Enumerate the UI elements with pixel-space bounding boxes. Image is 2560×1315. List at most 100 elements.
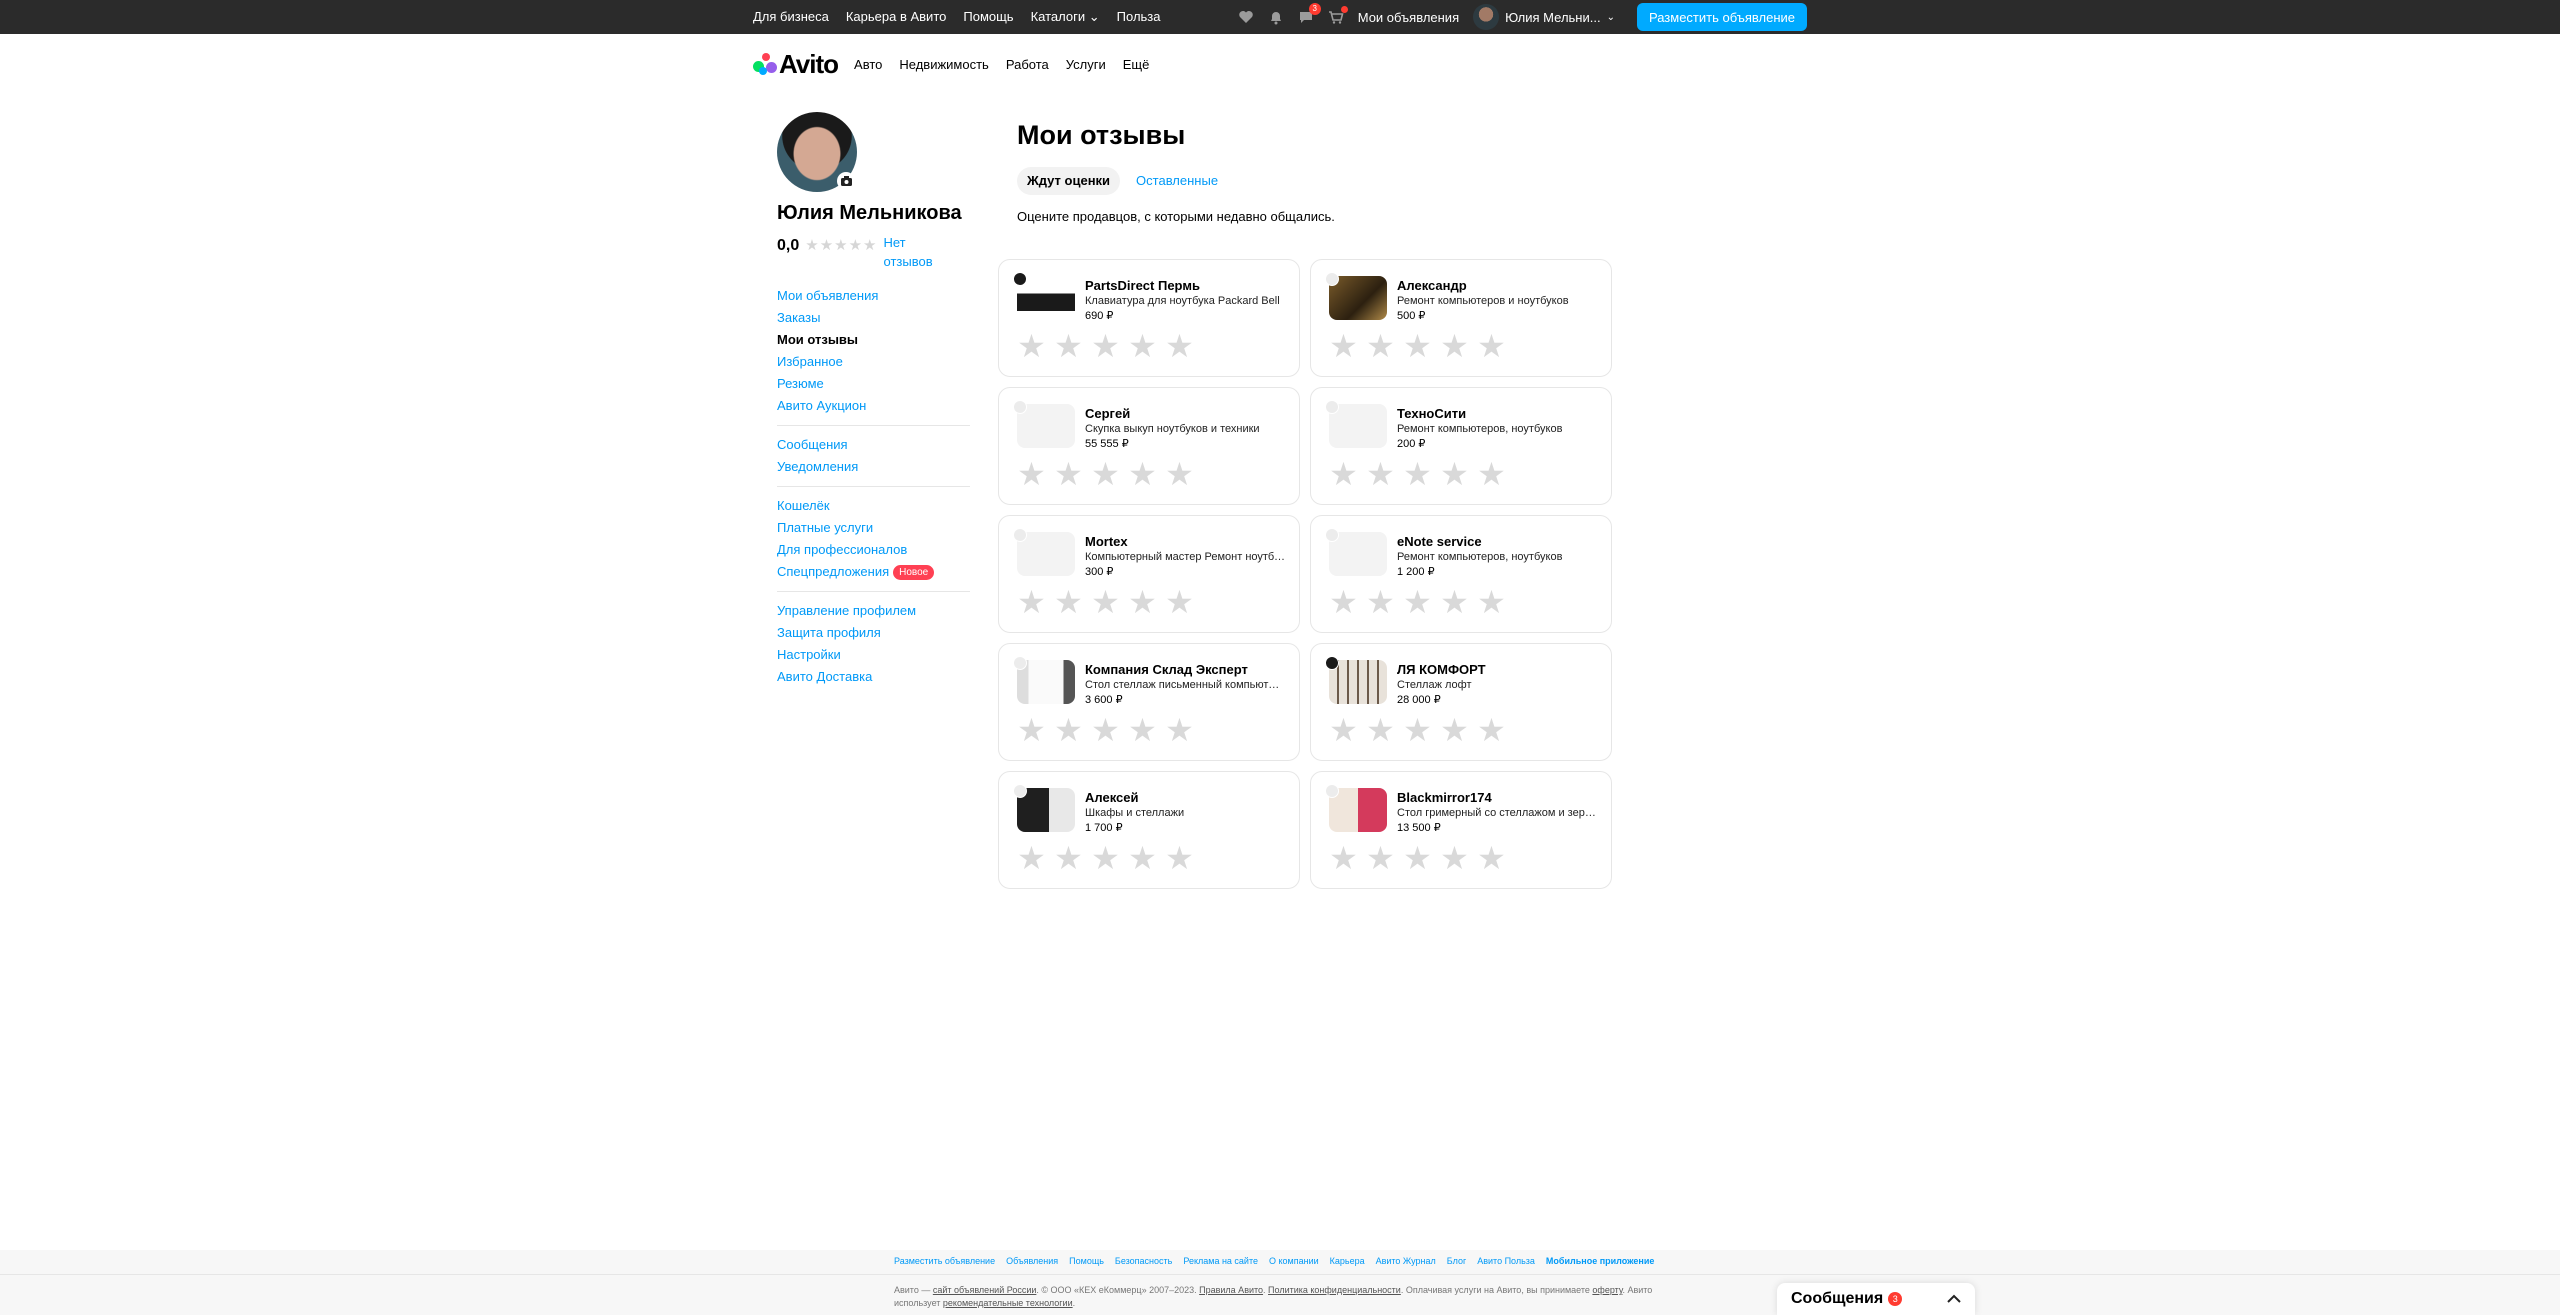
footer-link[interactable]: Помощь	[1069, 1256, 1104, 1266]
seller-name[interactable]: PartsDirect Пермь	[1085, 278, 1285, 293]
star-icon[interactable]: ★	[1015, 330, 1048, 362]
star-icon[interactable]: ★	[1052, 458, 1085, 490]
star-icon[interactable]: ★	[1089, 714, 1122, 746]
footer-link[interactable]: Авито Журнал	[1376, 1256, 1436, 1266]
review-card[interactable]: Сергей Скупка выкуп ноутбуков и техники 55…	[998, 387, 1300, 505]
star-icon[interactable]: ★	[1163, 330, 1196, 362]
footer-rules-link[interactable]: Правила Авито	[1199, 1285, 1263, 1295]
review-card[interactable]: ТехноСити Ремонт компьютеров, ноутбуков 20…	[1310, 387, 1612, 505]
review-card[interactable]: PartsDirect Пермь Клавиатура для ноутбука…	[998, 259, 1300, 377]
footer-link[interactable]: О компании	[1269, 1256, 1319, 1266]
star-icon[interactable]: ★	[1364, 458, 1397, 490]
menu-profile-protection[interactable]: Защита профиля	[777, 622, 970, 644]
heart-icon[interactable]	[1238, 9, 1254, 25]
menu-orders[interactable]: Заказы	[777, 307, 970, 329]
review-card[interactable]: eNote service Ремонт компьютеров, ноутбук…	[1310, 515, 1612, 633]
footer-offer-link[interactable]: оферту	[1592, 1285, 1622, 1295]
category-realty[interactable]: Недвижимость	[899, 57, 988, 72]
star-icon[interactable]: ★	[1015, 458, 1048, 490]
star-icon[interactable]: ★	[1015, 842, 1048, 874]
menu-notifications[interactable]: Уведомления	[777, 456, 970, 478]
star-icon[interactable]: ★	[1327, 714, 1360, 746]
star-icon[interactable]: ★	[1163, 714, 1196, 746]
footer-site-link[interactable]: сайт объявлений России	[933, 1285, 1037, 1295]
top-nav-catalogs[interactable]: Каталоги ⌄	[1031, 9, 1100, 25]
seller-name[interactable]: Компания Склад Эксперт	[1085, 662, 1285, 677]
star-icon[interactable]: ★	[1126, 714, 1159, 746]
category-services[interactable]: Услуги	[1066, 57, 1106, 72]
menu-paid-services[interactable]: Платные услуги	[777, 517, 970, 539]
star-icon[interactable]: ★	[1364, 842, 1397, 874]
top-nav-help[interactable]: Помощь	[963, 9, 1013, 25]
star-icon[interactable]: ★	[1126, 330, 1159, 362]
camera-icon[interactable]	[837, 172, 855, 190]
menu-my-reviews[interactable]: Мои отзывы	[777, 329, 970, 351]
top-nav-business[interactable]: Для бизнеса	[753, 9, 829, 25]
review-card[interactable]: ЛЯ КОМФОРТ Стеллаж лофт 28 000 ₽ ★ ★ ★ ★ ★	[1310, 643, 1612, 761]
star-icon[interactable]: ★	[1401, 842, 1434, 874]
star-icon[interactable]: ★	[1364, 586, 1397, 618]
menu-special-offers[interactable]: Спецпредложения Новое	[777, 561, 970, 583]
profile-photo[interactable]	[777, 112, 857, 192]
tab-awaiting[interactable]: Ждут оценки	[1017, 167, 1121, 195]
seller-name[interactable]: Александр	[1397, 278, 1597, 293]
menu-favorites[interactable]: Избранное	[777, 351, 970, 373]
footer-tech-link[interactable]: рекомендательные технологии	[943, 1298, 1073, 1308]
seller-name[interactable]: ЛЯ КОМФОРТ	[1397, 662, 1597, 677]
star-icon[interactable]: ★	[1163, 458, 1196, 490]
chat-icon[interactable]: 3	[1298, 3, 1321, 25]
footer-link[interactable]: Блог	[1447, 1256, 1466, 1266]
star-icon[interactable]: ★	[1052, 586, 1085, 618]
seller-name[interactable]: eNote service	[1397, 534, 1597, 549]
post-ad-button[interactable]: Разместить объявление	[1636, 3, 1807, 31]
menu-messages[interactable]: Сообщения	[777, 434, 970, 456]
star-icon[interactable]: ★	[1438, 458, 1471, 490]
avito-logo[interactable]: Avito	[753, 49, 839, 80]
menu-delivery[interactable]: Авито Доставка	[777, 666, 970, 688]
seller-name[interactable]: Mortex	[1085, 534, 1285, 549]
menu-settings[interactable]: Настройки	[777, 644, 970, 666]
star-icon[interactable]: ★	[1163, 586, 1196, 618]
footer-link-mobile-app[interactable]: Мобильное приложение	[1546, 1256, 1654, 1266]
star-icon[interactable]: ★	[1052, 714, 1085, 746]
star-icon[interactable]: ★	[1089, 458, 1122, 490]
star-icon[interactable]: ★	[1401, 586, 1434, 618]
star-icon[interactable]: ★	[1475, 586, 1508, 618]
menu-profile-management[interactable]: Управление профилем	[777, 600, 970, 622]
menu-auction[interactable]: Авито Аукцион	[777, 395, 970, 417]
star-icon[interactable]: ★	[1089, 330, 1122, 362]
star-icon[interactable]: ★	[1401, 458, 1434, 490]
star-icon[interactable]: ★	[1089, 842, 1122, 874]
star-icon[interactable]: ★	[1475, 842, 1508, 874]
seller-name[interactable]: Алексей	[1085, 790, 1285, 805]
star-icon[interactable]: ★	[1438, 714, 1471, 746]
menu-my-ads[interactable]: Мои объявления	[777, 285, 970, 307]
review-card[interactable]: Компания Склад Эксперт Стол стеллаж письм…	[998, 643, 1300, 761]
review-card[interactable]: Алексей Шкафы и стеллажи 1 700 ₽ ★ ★ ★ ★ ★	[998, 771, 1300, 889]
cart-icon[interactable]	[1328, 6, 1348, 25]
star-icon[interactable]: ★	[1126, 458, 1159, 490]
star-icon[interactable]: ★	[1327, 458, 1360, 490]
category-jobs[interactable]: Работа	[1006, 57, 1049, 72]
star-icon[interactable]: ★	[1126, 586, 1159, 618]
star-icon[interactable]: ★	[1126, 842, 1159, 874]
footer-link[interactable]: Карьера	[1330, 1256, 1365, 1266]
star-icon[interactable]: ★	[1327, 842, 1360, 874]
footer-link[interactable]: Реклама на сайте	[1183, 1256, 1258, 1266]
top-nav-career[interactable]: Карьера в Авито	[846, 9, 947, 25]
menu-wallet[interactable]: Кошелёк	[777, 495, 970, 517]
star-icon[interactable]: ★	[1475, 714, 1508, 746]
star-icon[interactable]: ★	[1052, 842, 1085, 874]
footer-privacy-link[interactable]: Политика конфиденциальности	[1268, 1285, 1401, 1295]
category-auto[interactable]: Авто	[854, 57, 882, 72]
star-icon[interactable]: ★	[1015, 714, 1048, 746]
star-icon[interactable]: ★	[1052, 330, 1085, 362]
star-icon[interactable]: ★	[1163, 842, 1196, 874]
star-icon[interactable]: ★	[1401, 330, 1434, 362]
top-nav-benefit[interactable]: Польза	[1117, 9, 1161, 25]
star-icon[interactable]: ★	[1438, 330, 1471, 362]
review-card[interactable]: Mortex Компьютерный мастер Ремонт ноутбук…	[998, 515, 1300, 633]
category-more[interactable]: Ещё	[1123, 57, 1150, 72]
star-icon[interactable]: ★	[1364, 330, 1397, 362]
menu-for-pros[interactable]: Для профессионалов	[777, 539, 970, 561]
